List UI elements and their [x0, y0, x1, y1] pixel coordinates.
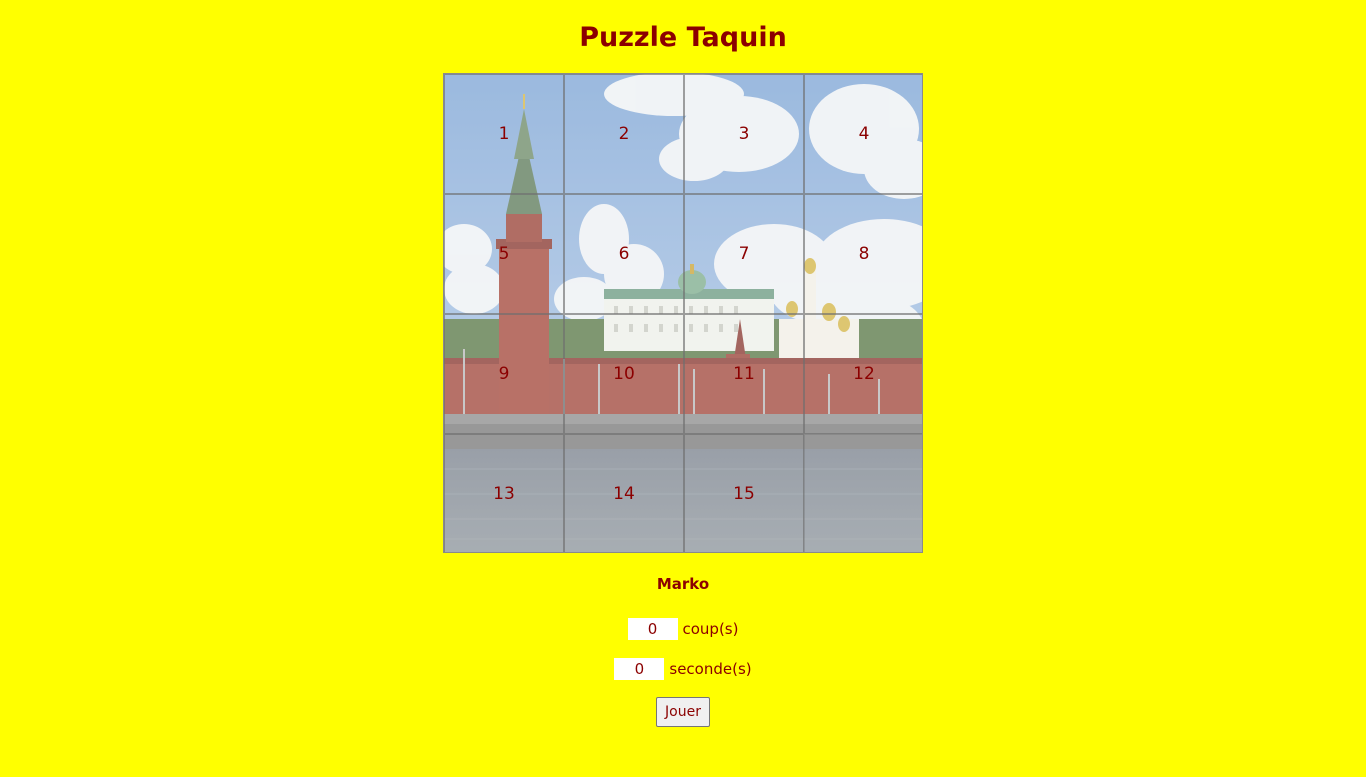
tile-empty[interactable] — [804, 434, 922, 552]
seconds-label: seconde(s) — [669, 660, 752, 678]
tile-12[interactable]: 12 — [804, 314, 922, 434]
tile-grid: 1 2 3 4 5 6 7 8 9 10 11 12 13 14 15 — [444, 74, 922, 552]
page: Puzzle Taquin 1 2 3 4 5 6 7 8 9 10 11 12… — [0, 0, 1366, 777]
tile-6[interactable]: 6 — [564, 194, 684, 314]
tile-9[interactable]: 9 — [444, 314, 564, 434]
seconds-field[interactable] — [614, 658, 665, 680]
tile-15[interactable]: 15 — [684, 434, 804, 552]
tile-1[interactable]: 1 — [444, 74, 564, 194]
player-name: Marko — [656, 575, 710, 593]
moves-label: coup(s) — [682, 620, 739, 638]
tile-11[interactable]: 11 — [684, 314, 804, 434]
tile-3[interactable]: 3 — [684, 74, 804, 194]
moves-field[interactable] — [627, 618, 678, 640]
tile-13[interactable]: 13 — [444, 434, 564, 552]
tile-4[interactable]: 4 — [804, 74, 922, 194]
play-button[interactable]: Jouer — [656, 697, 710, 727]
tile-2[interactable]: 2 — [564, 74, 684, 194]
tile-7[interactable]: 7 — [684, 194, 804, 314]
tile-10[interactable]: 10 — [564, 314, 684, 434]
tile-8[interactable]: 8 — [804, 194, 922, 314]
moves-counter: coup(s) — [0, 618, 1366, 640]
tile-14[interactable]: 14 — [564, 434, 684, 552]
page-title: Puzzle Taquin — [579, 22, 787, 53]
seconds-counter: seconde(s) — [0, 658, 1366, 680]
puzzle-board: 1 2 3 4 5 6 7 8 9 10 11 12 13 14 15 — [443, 73, 923, 553]
tile-5[interactable]: 5 — [444, 194, 564, 314]
